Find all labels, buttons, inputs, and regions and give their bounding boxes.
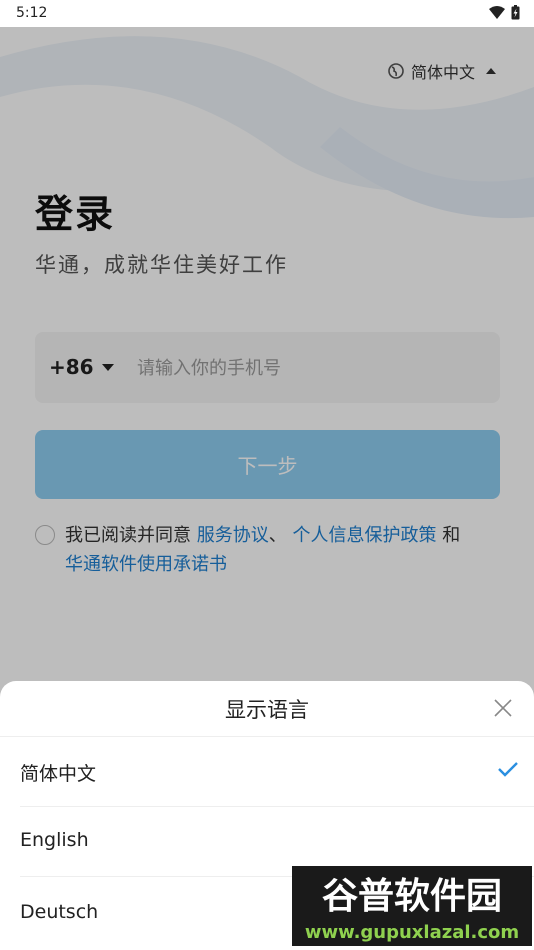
language-option-zh[interactable]: 简体中文	[0, 737, 534, 807]
watermark: 谷普软件园 www.gupuxlazal.com	[292, 866, 532, 946]
watermark-url: www.gupuxlazal.com	[305, 922, 519, 943]
language-option-label: 简体中文	[20, 763, 97, 785]
language-option-label: English	[20, 829, 89, 851]
status-icons	[489, 5, 520, 20]
battery-icon	[511, 5, 520, 20]
check-icon	[498, 762, 518, 777]
status-time: 5:12	[16, 5, 48, 21]
wifi-icon	[489, 6, 505, 19]
status-bar: 5:12	[0, 0, 534, 27]
sheet-title: 显示语言	[225, 698, 309, 722]
screen: 5:12 简体中文 登录 华通，成就华住美好工作 +86 请输入你的手机号 下一…	[0, 0, 534, 950]
watermark-brand: 谷普软件园	[322, 876, 502, 917]
watermark-graphic: 谷普软件园 www.gupuxlazal.com	[292, 866, 532, 946]
close-icon[interactable]	[494, 699, 512, 717]
language-option-label: Deutsch	[20, 901, 99, 923]
